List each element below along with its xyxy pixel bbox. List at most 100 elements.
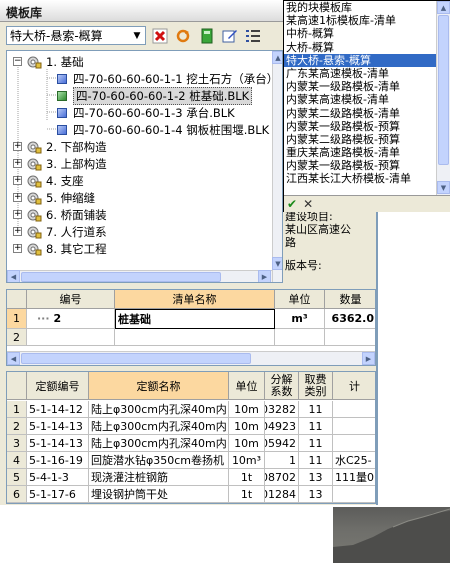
template-list-item[interactable]: 大桥-概算: [284, 41, 436, 54]
quota-unit[interactable]: 10m³: [229, 452, 265, 469]
tree-node[interactable]: + 3. 上部构造: [13, 155, 107, 172]
quota-name[interactable]: 埋设钢护筒干处: [89, 486, 229, 503]
bill-name[interactable]: [115, 329, 275, 346]
scroll-up-icon[interactable]: ▲: [437, 1, 450, 14]
template-list-item[interactable]: 我的块模板库: [284, 1, 436, 14]
scroll-thumb[interactable]: [21, 272, 221, 282]
template-list[interactable]: 我的块模板库 某高速1标模板库-清单 中桥-概算 大桥-概算 特大桥-悬索-概算 广东某高…: [284, 1, 436, 195]
cancel-x-icon[interactable]: ✕: [303, 197, 313, 211]
chevron-down-icon[interactable]: ▼: [129, 27, 145, 44]
template-list-item[interactable]: 江西某长江大桥模板-清单: [284, 172, 436, 185]
row-number[interactable]: 6: [7, 486, 27, 503]
bill-code[interactable]: ··· 2: [27, 309, 115, 329]
bill-qty[interactable]: 6362.0: [325, 309, 375, 329]
scroll-left-icon[interactable]: ◀: [7, 270, 20, 282]
column-header[interactable]: 单位: [229, 372, 265, 400]
tree-leaf-selected[interactable]: 四-70-60-60-60-1-2 桩基础.BLK: [57, 86, 253, 105]
expand-toggle[interactable]: +: [13, 159, 22, 168]
quota-name[interactable]: 现浇灌注桩钢筋: [89, 469, 229, 486]
row-number[interactable]: 1: [7, 309, 27, 329]
confirm-check-icon[interactable]: ✔: [287, 197, 297, 211]
quota-coef[interactable]: 01284: [265, 486, 299, 503]
quota-name[interactable]: 陆上φ300cm内孔深40m内: [89, 401, 229, 418]
column-header[interactable]: 单位: [275, 290, 325, 309]
scroll-right-icon[interactable]: ▶: [258, 270, 271, 282]
template-tree[interactable]: − 1. 基础 四-70-60-60-60-1-1 挖土石方（承台） 四-70-…: [6, 50, 283, 283]
bill-code[interactable]: [27, 329, 115, 346]
quota-coef[interactable]: 08702: [265, 469, 299, 486]
quota-unit[interactable]: 10m: [229, 418, 265, 435]
quota-category[interactable]: 11: [299, 452, 333, 469]
tree-leaf[interactable]: 四-70-60-60-60-1-3 承台.BLK: [57, 104, 235, 121]
tree-node[interactable]: + 8. 其它工程: [13, 240, 107, 257]
expand-toggle[interactable]: +: [13, 193, 22, 202]
tree-horizontal-scrollbar[interactable]: ◀ ▶: [7, 270, 272, 282]
quota-category[interactable]: 11: [299, 418, 333, 435]
quota-code[interactable]: 5-4-1-3: [27, 469, 89, 486]
bill-name[interactable]: 桩基础: [115, 309, 275, 329]
bill-table[interactable]: 编号 清单名称 单位 数量 1 ··· 2 桩基础 m³ 6362.0 2 ◀ ▶: [6, 289, 376, 366]
template-list-item[interactable]: 内蒙某一级路模板-清单: [284, 80, 436, 93]
column-header[interactable]: 清单名称: [115, 290, 275, 309]
tree-node[interactable]: + 2. 下部构造: [13, 138, 107, 155]
column-header[interactable]: 编号: [27, 290, 115, 309]
quota-unit[interactable]: 10m: [229, 435, 265, 452]
quota-extra[interactable]: [333, 435, 375, 452]
bill-unit[interactable]: [275, 329, 325, 346]
collapse-toggle[interactable]: −: [13, 57, 22, 66]
tree-node[interactable]: + 7. 人行道系: [13, 223, 107, 240]
scroll-down-icon[interactable]: ▼: [437, 181, 450, 194]
row-number[interactable]: 3: [7, 435, 27, 452]
scroll-thumb[interactable]: [438, 15, 449, 165]
column-header[interactable]: 数量: [325, 290, 375, 309]
book-button[interactable]: [198, 27, 216, 45]
scroll-left-icon[interactable]: ◀: [7, 352, 20, 365]
row-number[interactable]: 1: [7, 401, 27, 418]
quota-extra[interactable]: [333, 401, 375, 418]
expand-toggle[interactable]: +: [13, 210, 22, 219]
template-list-item[interactable]: 中桥-概算: [284, 27, 436, 40]
quota-extra[interactable]: 水C25-: [333, 452, 375, 469]
scroll-up-icon[interactable]: ▲: [272, 51, 282, 64]
row-number[interactable]: 4: [7, 452, 27, 469]
quota-code[interactable]: 5-1-17-6: [27, 486, 89, 503]
quota-table[interactable]: 定额编号 定额名称 单位 分解系数 取费类别 计 1 5-1-14-12 陆上φ30…: [6, 371, 376, 504]
expand-toggle[interactable]: +: [13, 176, 22, 185]
template-list-item[interactable]: 内蒙某二级路模板-清单: [284, 107, 436, 120]
tree-leaf[interactable]: 四-70-60-60-60-1-4 钢板桩围堰.BLK: [57, 121, 269, 138]
quota-unit[interactable]: 1t: [229, 469, 265, 486]
quota-coef[interactable]: 05942: [265, 435, 299, 452]
quota-unit[interactable]: 10m: [229, 401, 265, 418]
template-list-item[interactable]: 重庆某高速路模板-清单: [284, 146, 436, 159]
tree-node[interactable]: + 4. 支座: [13, 172, 84, 189]
scroll-down-icon[interactable]: ▼: [272, 257, 282, 270]
quota-coef[interactable]: 1: [265, 452, 299, 469]
expand-toggle[interactable]: +: [13, 244, 22, 253]
bill-qty[interactable]: [325, 329, 375, 346]
quota-extra[interactable]: [333, 418, 375, 435]
refresh-button[interactable]: [174, 27, 192, 45]
quota-category[interactable]: 11: [299, 401, 333, 418]
column-header[interactable]: 分解系数: [265, 372, 299, 400]
edit-button[interactable]: [221, 27, 239, 45]
quota-code[interactable]: 5-1-14-13: [27, 435, 89, 452]
quota-category[interactable]: 13: [299, 486, 333, 503]
expand-toggle[interactable]: +: [13, 142, 22, 151]
column-header[interactable]: 定额编号: [27, 372, 89, 400]
tree-node[interactable]: + 6. 桥面铺装: [13, 206, 107, 223]
template-list-item[interactable]: 内蒙某一级路模板-预算: [284, 120, 436, 133]
template-list-popup[interactable]: 我的块模板库 某高速1标模板库-清单 中桥-概算 大桥-概算 特大桥-悬索-概算 广东某高…: [283, 0, 450, 212]
quota-code[interactable]: 5-1-16-19: [27, 452, 89, 469]
column-header[interactable]: 计: [333, 372, 375, 400]
quota-name[interactable]: 陆上φ300cm内孔深40m内: [89, 435, 229, 452]
quota-extra[interactable]: 111量0: [333, 469, 375, 486]
quota-category[interactable]: 13: [299, 469, 333, 486]
bill-horizontal-scrollbar[interactable]: ◀ ▶: [7, 351, 375, 365]
quota-name[interactable]: 回旋潜水钻φ350cm卷扬机: [89, 452, 229, 469]
template-list-scrollbar[interactable]: ▲ ▼: [436, 1, 450, 195]
tree-node-foundation[interactable]: − 1. 基础: [13, 53, 84, 70]
expand-toggle[interactable]: +: [13, 227, 22, 236]
row-number[interactable]: 2: [7, 329, 27, 346]
quota-code[interactable]: 5-1-14-12: [27, 401, 89, 418]
quota-coef[interactable]: 04923: [265, 418, 299, 435]
